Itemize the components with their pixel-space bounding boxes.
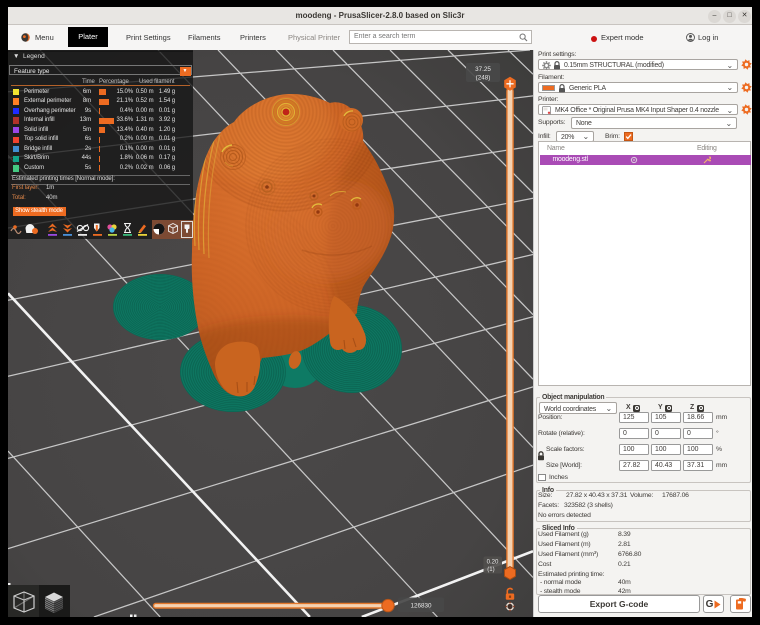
svg-text:(1): (1): [487, 566, 494, 573]
svg-text:37.25: 37.25: [475, 66, 491, 73]
svg-text:(248): (248): [476, 75, 491, 82]
svg-text:0.20: 0.20: [487, 559, 499, 566]
svg-text:126830: 126830: [410, 603, 432, 610]
